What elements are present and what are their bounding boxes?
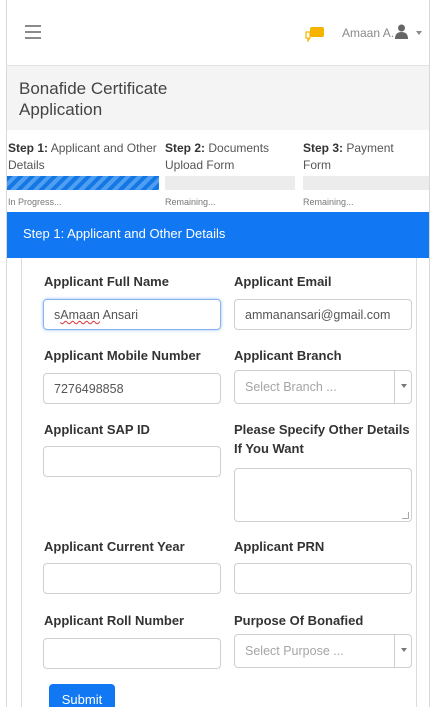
step-3-status: Remaining... bbox=[303, 197, 354, 207]
step-2-progress-bar bbox=[165, 176, 295, 190]
purpose-dropdown-arrow-icon[interactable] bbox=[394, 635, 412, 667]
step-1-label: Step 1: Applicant and Other Details bbox=[8, 141, 157, 172]
current-year-label: Applicant Current Year bbox=[44, 539, 185, 554]
email-label: Applicant Email bbox=[234, 274, 332, 289]
branch-label: Applicant Branch bbox=[234, 348, 342, 363]
card-header: Step 1: Applicant and Other Details bbox=[7, 212, 429, 258]
step-3-label: Step 3: Payment Form bbox=[303, 141, 394, 172]
step-2-status: Remaining... bbox=[165, 197, 216, 207]
step-2-label: Step 2: Documents Upload Form bbox=[165, 141, 270, 172]
chat-bubble-icon[interactable] bbox=[305, 26, 325, 42]
sap-id-label: Applicant SAP ID bbox=[44, 422, 150, 437]
current-year-input[interactable] bbox=[43, 563, 221, 594]
sap-id-input[interactable] bbox=[43, 446, 221, 477]
resize-handle-icon[interactable] bbox=[402, 512, 409, 519]
prn-input[interactable] bbox=[234, 563, 412, 594]
roll-number-label: Applicant Roll Number bbox=[44, 613, 185, 628]
branch-dropdown-arrow-icon[interactable] bbox=[394, 371, 412, 403]
purpose-select[interactable]: Select Purpose ... bbox=[234, 634, 412, 668]
user-icon[interactable] bbox=[395, 24, 408, 39]
mobile-input[interactable]: 7276498858 bbox=[43, 373, 221, 404]
full-name-input[interactable]: sAmaan Ansari bbox=[43, 299, 221, 330]
step-3-progress-bar bbox=[303, 176, 429, 190]
email-input[interactable]: ammanansari@gmail.com bbox=[234, 299, 412, 330]
prn-label: Applicant PRN bbox=[234, 539, 325, 554]
top-navbar: Amaan A. bbox=[7, 0, 429, 66]
submit-button[interactable]: Submit bbox=[49, 684, 115, 707]
purpose-label: Purpose Of Bonafied bbox=[234, 613, 364, 628]
step-1-progress-bar bbox=[7, 176, 159, 190]
page-title: Bonafide Certificate Application bbox=[19, 79, 168, 119]
other-details-textarea[interactable] bbox=[234, 468, 412, 522]
hamburger-icon[interactable] bbox=[25, 25, 41, 39]
branch-select[interactable]: Select Branch ... bbox=[234, 370, 412, 404]
user-name[interactable]: Amaan A. bbox=[342, 26, 394, 40]
mobile-label: Applicant Mobile Number bbox=[44, 348, 201, 363]
other-details-label: Please Specify Other Details If You Want bbox=[234, 422, 410, 456]
full-name-label: Applicant Full Name bbox=[44, 274, 169, 289]
caret-down-icon[interactable] bbox=[416, 31, 422, 35]
step-1-status: In Progress... bbox=[8, 197, 62, 207]
roll-number-input[interactable] bbox=[43, 638, 221, 669]
app-frame: Amaan A. Bonafide Certificate Applicatio… bbox=[6, 0, 430, 707]
